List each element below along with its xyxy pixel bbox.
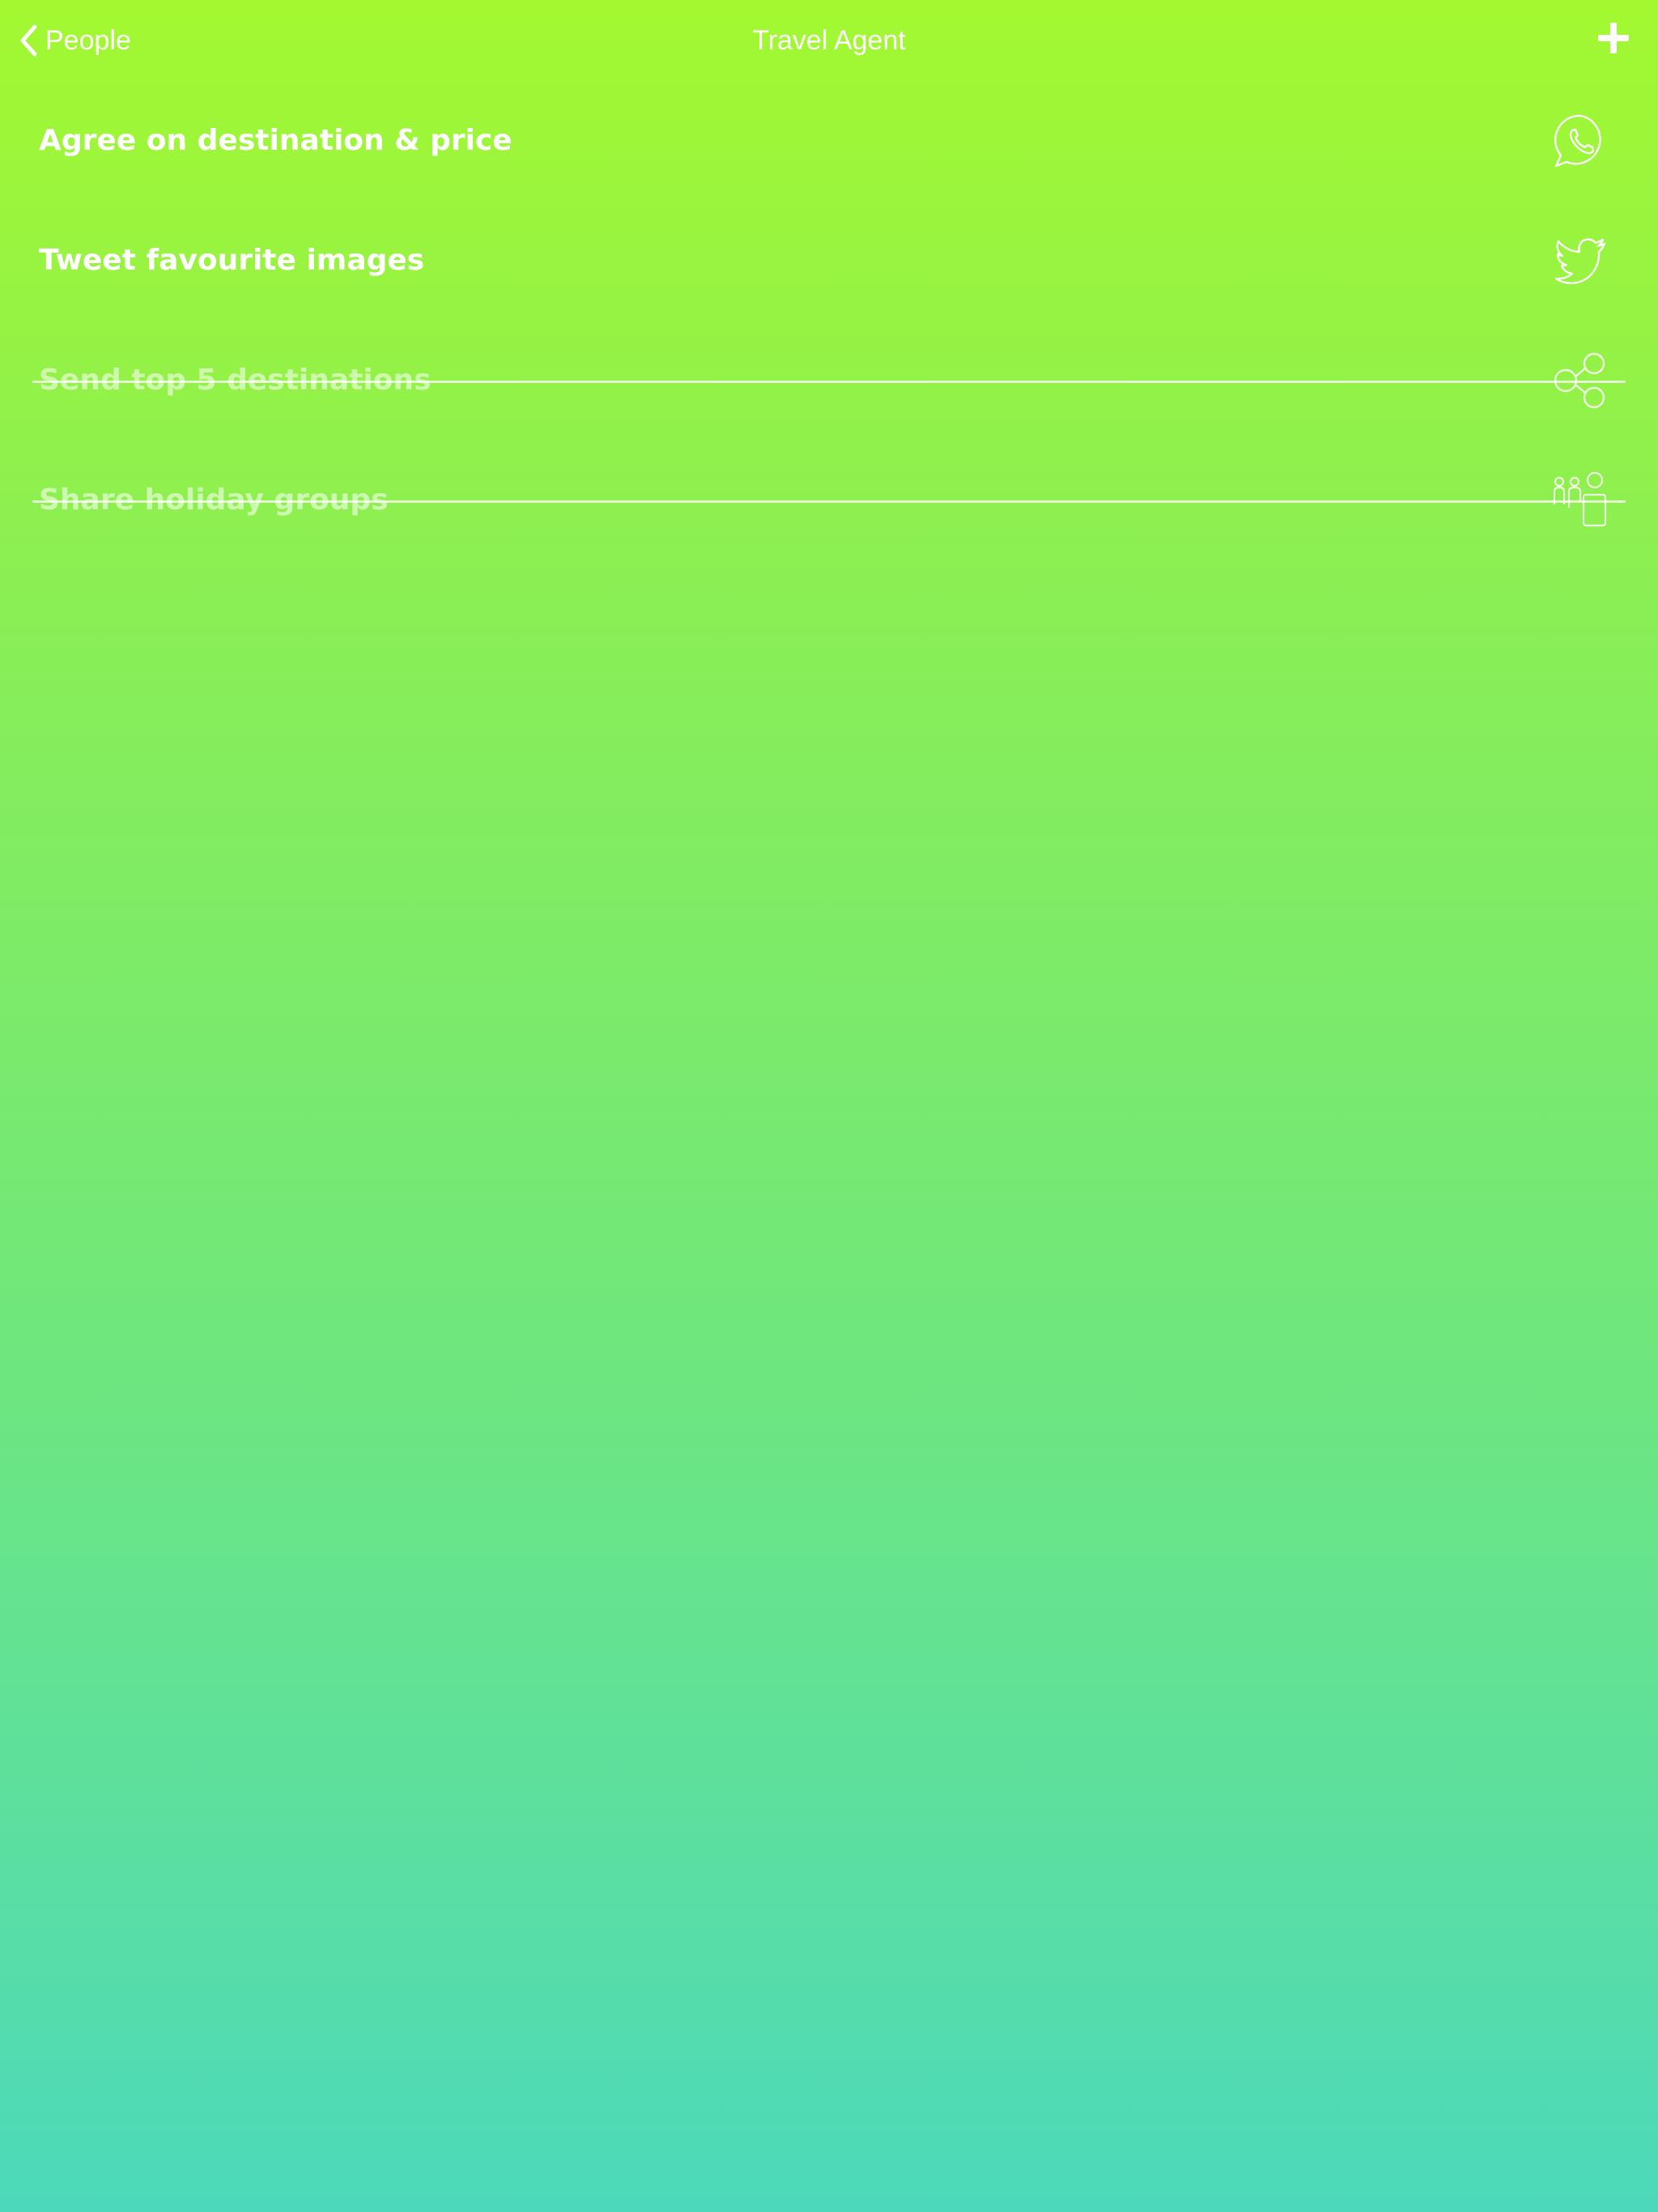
- task-row[interactable]: Send top 5 destinations: [0, 321, 1658, 440]
- add-task-button[interactable]: [1596, 21, 1630, 55]
- task-row[interactable]: Tweet favourite images: [0, 201, 1658, 321]
- navigation-bar: People Travel Agent: [0, 0, 1658, 81]
- strikethrough-line: [32, 381, 1626, 383]
- task-list: Agree on destination & price Tweet favou…: [0, 81, 1658, 560]
- twitter-icon[interactable]: [1553, 232, 1609, 289]
- page-title: Travel Agent: [752, 25, 906, 56]
- whatsapp-icon[interactable]: [1553, 113, 1609, 169]
- plus-icon: [1596, 21, 1630, 55]
- strikethrough-line: [32, 500, 1626, 503]
- task-label: Tweet favourite images: [39, 244, 425, 277]
- task-row[interactable]: Agree on destination & price: [0, 81, 1658, 201]
- task-row[interactable]: Share holiday groups: [0, 440, 1658, 560]
- task-label: Agree on destination & price: [39, 124, 512, 157]
